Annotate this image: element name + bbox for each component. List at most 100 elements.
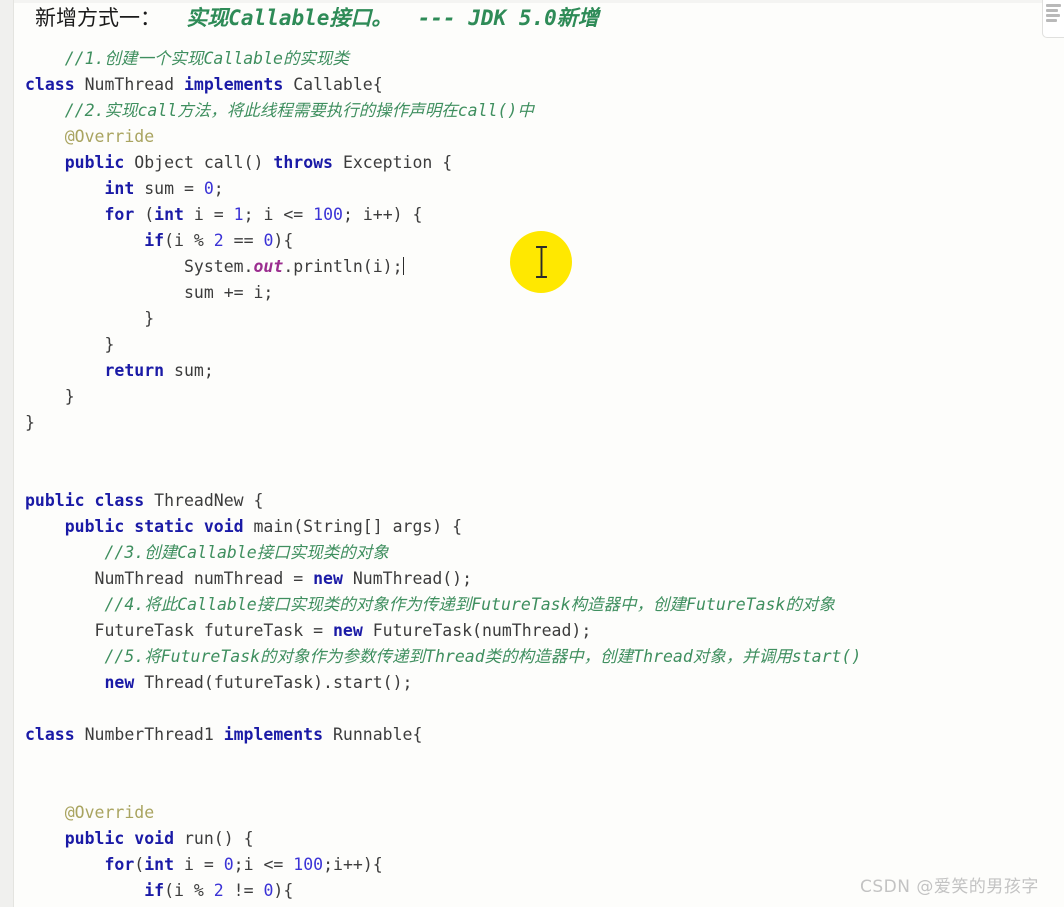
punctuation: (	[144, 205, 155, 224]
punctuation: ;i <=	[233, 855, 294, 874]
punctuation: ==	[223, 231, 264, 250]
keyword-public-static-void: public static void	[64, 517, 244, 536]
code-content[interactable]: 新增方式一： 实现Callable接口。 --- JDK 5.0新增 //1.创…	[13, 0, 1064, 907]
number-literal: 0	[263, 881, 274, 900]
brace: }	[104, 335, 115, 354]
code-line-decl-sum: int sum = 0;	[25, 176, 1064, 202]
variable-name: sum;	[174, 361, 214, 380]
code-line-new-numthread: NumThread numThread = new NumThread();	[25, 566, 1064, 592]
punctuation: ){	[273, 881, 294, 900]
punctuation: ; i++) {	[342, 205, 423, 224]
code-line-class-numthread: class NumThread implements Callable{	[25, 72, 1064, 98]
title-prefix: 新增方式一：	[35, 6, 161, 30]
comment-text: //5.将FutureTask的对象作为参数传递到Thread类的构造器中，创建…	[104, 647, 862, 666]
keyword-public: public	[64, 153, 125, 172]
type-name: Callable{	[293, 75, 383, 94]
type-name: ThreadNew {	[154, 491, 264, 510]
code-line-for-loop-1: for (int i = 1; i <= 100; i++) {	[25, 202, 1064, 228]
code-line-close-class: }	[25, 410, 1064, 436]
punctuation: (i %	[164, 231, 214, 250]
code-line-new-thread-start: new Thread(futureTask).start();	[25, 670, 1064, 696]
code-line-method-run: public void run() {	[25, 826, 1064, 852]
punctuation: ;	[213, 179, 224, 198]
keyword-int: int	[154, 205, 184, 224]
page-title: 新增方式一： 实现Callable接口。 --- JDK 5.0新增	[25, 2, 1064, 34]
comment-text: //4.将此Callable接口实现类的对象作为传递到FutureTask构造器…	[104, 595, 835, 614]
number-literal: 100	[293, 855, 324, 874]
number-literal: 1	[233, 205, 244, 224]
keyword-if: if	[144, 231, 165, 250]
variable-name: sum =	[144, 179, 204, 198]
punctuation: ; i <=	[243, 205, 314, 224]
code-line-class-numberthread1: class NumberThread1 implements Runnable{	[25, 722, 1064, 748]
number-literal: 0	[263, 231, 274, 250]
code-line-comment-3: //3.创建Callable接口实现类的对象	[25, 540, 1064, 566]
brace: }	[64, 387, 75, 406]
declaration: FutureTask futureTask =	[94, 621, 333, 640]
code-line-close-method: }	[25, 384, 1064, 410]
editor-gutter	[0, 0, 14, 907]
code-line-close-for: }	[25, 332, 1064, 358]
method-name: main(String[] args) {	[253, 517, 463, 536]
number-literal: 100	[313, 205, 343, 224]
code-line-comment-5: //5.将FutureTask的对象作为参数传递到Thread类的构造器中，创建…	[25, 644, 1064, 670]
comment-text: //2.实现call方法，将此线程需要执行的操作声明在call()中	[64, 101, 534, 120]
keyword-int: int	[144, 855, 175, 874]
code-line-method-main: public static void main(String[] args) {	[25, 514, 1064, 540]
code-line-return-sum: return sum;	[25, 358, 1064, 384]
field-out: out	[253, 257, 284, 276]
keyword-new: new	[313, 569, 343, 588]
csdn-watermark: CSDN @爱笑的男孩字	[860, 877, 1039, 897]
keyword-class: class	[25, 725, 75, 744]
code-line-method-call: public Object call() throws Exception {	[25, 150, 1064, 176]
brace: }	[25, 413, 35, 432]
method-name: call()	[203, 153, 264, 172]
number-literal: 2	[213, 881, 224, 900]
number-literal: 0	[223, 855, 234, 874]
keyword-public: public class	[25, 491, 145, 510]
brace: }	[144, 309, 155, 328]
keyword-throws: throws	[273, 153, 333, 172]
class-ref: System.	[183, 257, 254, 276]
method-name: run() {	[183, 829, 254, 848]
punctuation: (	[134, 855, 145, 874]
type-name: Exception {	[342, 153, 453, 172]
constructor-call: NumThread();	[352, 569, 473, 588]
comment-text: //3.创建Callable接口实现类的对象	[104, 543, 389, 562]
number-literal: 2	[213, 231, 224, 250]
code-line-class-threadnew: public class ThreadNew {	[25, 488, 1064, 514]
code-line-comment-2: //2.实现call方法，将此线程需要执行的操作声明在call()中	[25, 98, 1064, 124]
keyword-implements: implements	[183, 75, 284, 94]
variable-name: i =	[193, 205, 234, 224]
number-literal: 0	[203, 179, 214, 198]
keyword-return: return	[104, 361, 165, 380]
statement: sum += i;	[183, 283, 274, 302]
keyword-new: new	[332, 621, 363, 640]
type-name: NumThread	[84, 75, 175, 94]
keyword-for: for	[104, 855, 135, 874]
keyword-public-void: public void	[64, 829, 175, 848]
method-call: .println(i);	[283, 257, 403, 276]
title-highlight: 实现Callable接口。 --- JDK 5.0新增	[161, 6, 599, 30]
punctuation: ;i++){	[323, 855, 383, 874]
keyword-if: if	[144, 881, 165, 900]
punctuation: !=	[223, 881, 264, 900]
declaration: NumThread numThread =	[94, 569, 314, 588]
code-line-close-if: }	[25, 306, 1064, 332]
editor-screenshot: 新增方式一： 实现Callable接口。 --- JDK 5.0新增 //1.创…	[0, 0, 1064, 907]
annotation-override: @Override	[64, 127, 155, 146]
keyword-for: for	[104, 205, 135, 224]
keyword-new: new	[104, 673, 135, 692]
click-highlight-halo	[510, 231, 572, 293]
code-line-comment-4: //4.将此Callable接口实现类的对象作为传递到FutureTask构造器…	[25, 592, 1064, 618]
keyword-implements: implements	[223, 725, 324, 744]
keyword-int: int	[104, 179, 135, 198]
type-name: Runnable{	[332, 725, 423, 744]
punctuation: ){	[273, 231, 294, 250]
